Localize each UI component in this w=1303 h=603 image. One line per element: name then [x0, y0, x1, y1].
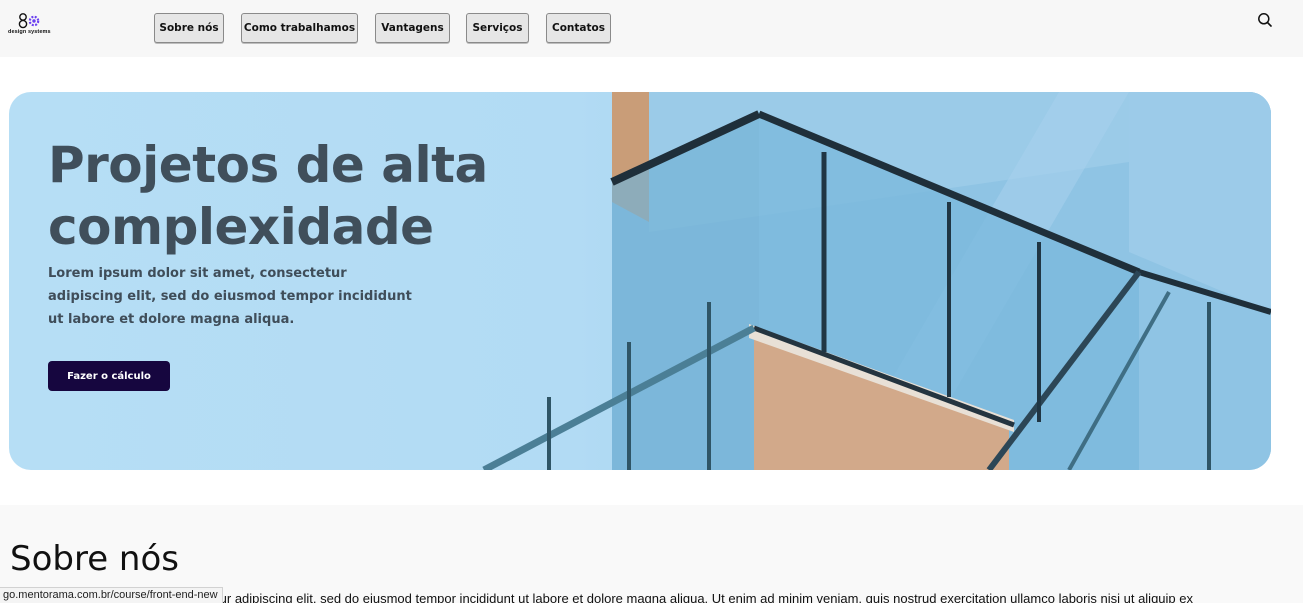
search-icon[interactable] — [1257, 12, 1273, 28]
calculate-button[interactable]: Fazer o cálculo — [48, 361, 170, 391]
hero-banner: Projetos de alta complexidade Lorem ipsu… — [9, 92, 1271, 470]
nav-servicos[interactable]: Serviços — [466, 13, 529, 43]
nav-como-trabalhamos[interactable]: Como trabalhamos — [241, 13, 358, 43]
site-header: design systems Sobre nós Como trabalhamo… — [0, 0, 1303, 57]
hero-description: Lorem ipsum dolor sit amet, consectetur … — [48, 266, 412, 327]
logo[interactable]: design systems — [8, 12, 56, 40]
gear-logo-icon — [18, 13, 40, 29]
status-bar-url: go.mentorama.com.br/course/front-end-new — [0, 587, 223, 603]
nav-sobre-nos[interactable]: Sobre nós — [154, 13, 224, 43]
logo-text: design systems — [8, 29, 51, 35]
nav-vantagens[interactable]: Vantagens — [375, 13, 450, 43]
about-title: Sobre nós — [10, 539, 179, 579]
hero-title: Projetos de alta complexidade — [48, 136, 488, 256]
nav-contatos[interactable]: Contatos — [546, 13, 611, 43]
